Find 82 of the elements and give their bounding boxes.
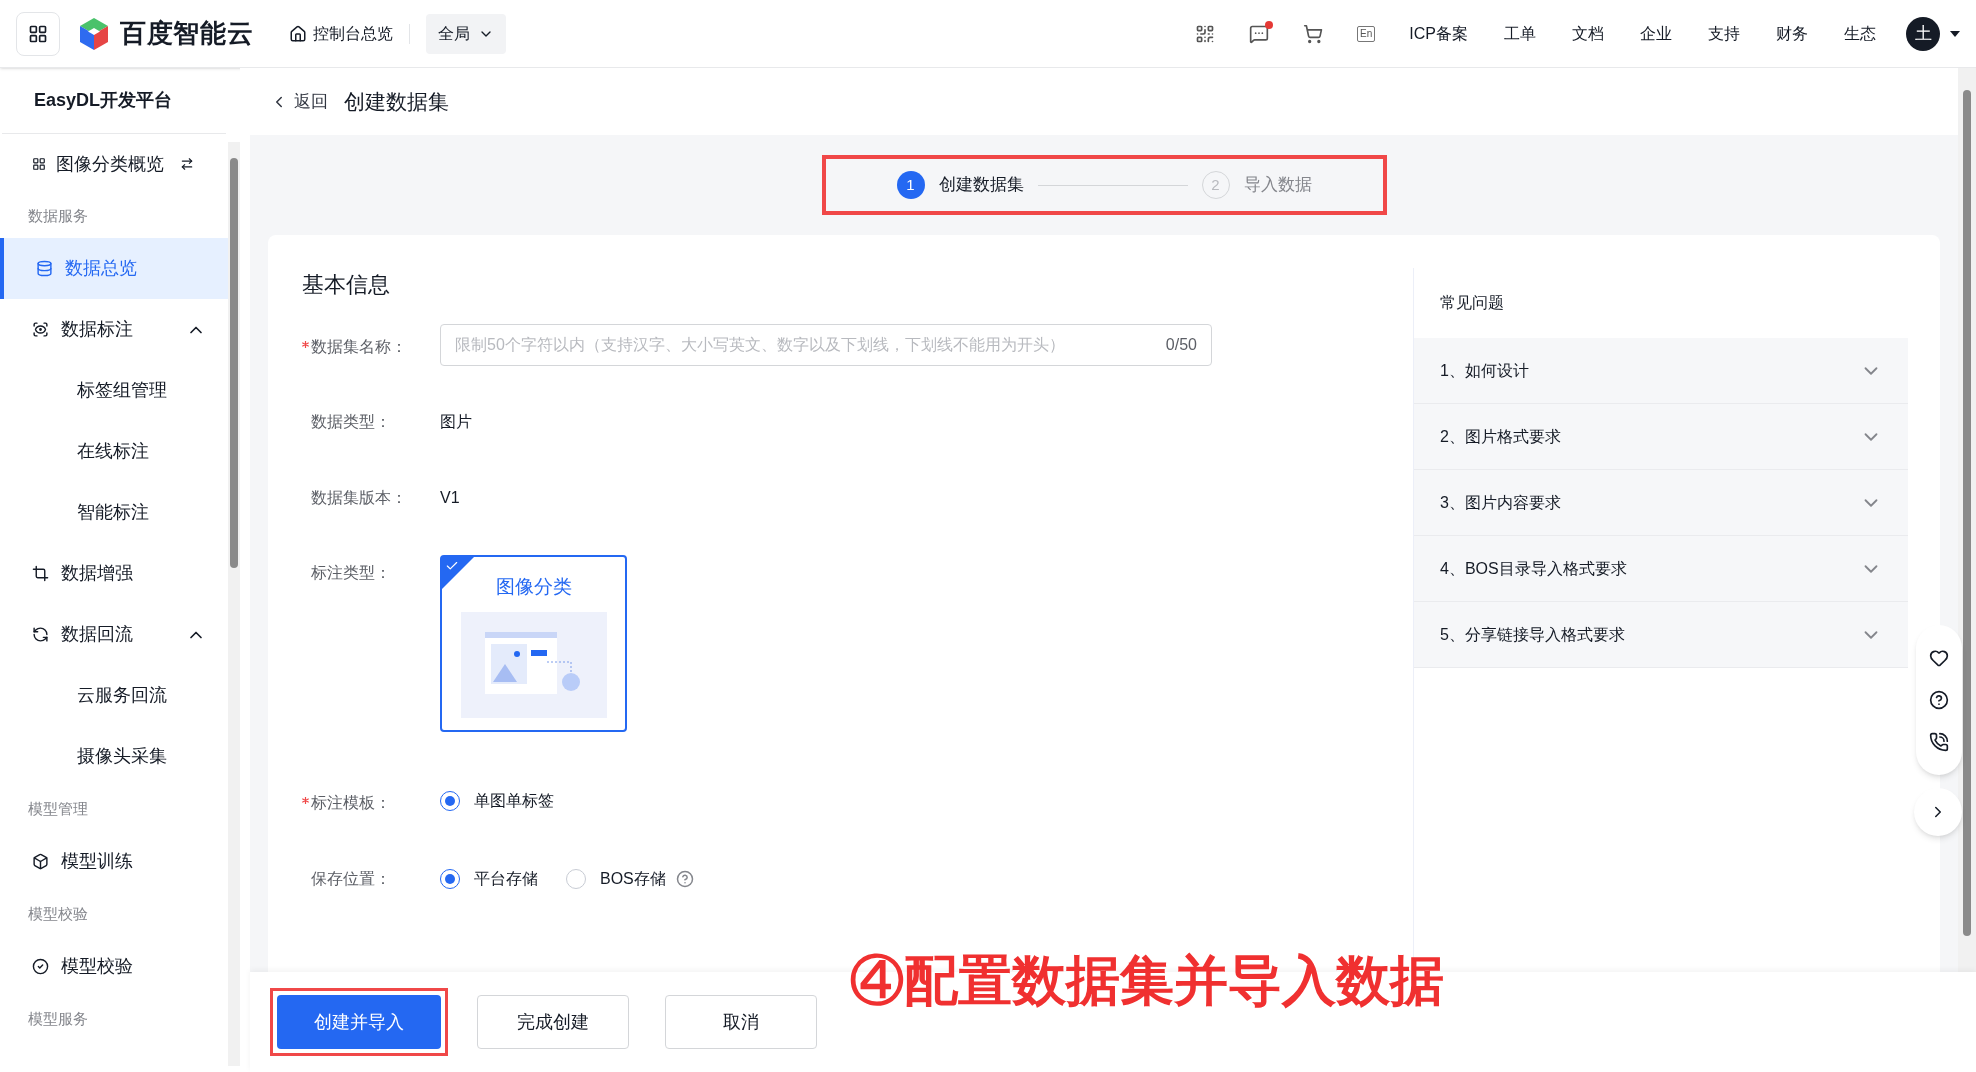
grid-icon: [32, 157, 46, 171]
faq-item[interactable]: 4、BOS目录导入格式要求: [1414, 536, 1908, 602]
brand-name: 百度智能云: [120, 17, 254, 50]
nav-link[interactable]: 文档: [1572, 21, 1604, 46]
radio-label: BOS存储: [600, 869, 666, 889]
step-label: 创建数据集: [938, 174, 1024, 197]
menu-icon: [32, 853, 49, 870]
sidebar-item[interactable]: 数据增强: [0, 543, 228, 604]
radio-label: 单图单标签: [474, 791, 554, 811]
logo-icon: [78, 16, 110, 51]
qr-code-icon[interactable]: [1195, 23, 1216, 44]
sidebar-item[interactable]: 模型训练: [0, 831, 228, 892]
home-icon: [289, 24, 308, 43]
field-label: 数据类型：: [311, 412, 391, 432]
section-title: 基本信息: [302, 271, 391, 298]
user-avatar[interactable]: 土: [1906, 16, 1940, 51]
sidebar-subitem[interactable]: 标签组管理: [0, 360, 228, 421]
text-input[interactable]: 限制50个字符以内（支持汉字、大小写英文、数字以及下划线，下划线不能用为开头）: [455, 333, 1158, 357]
dataset-name-field[interactable]: 限制50个字符以内（支持汉字、大小写英文、数字以及下划线，下划线不能用为开头） 0/50: [440, 324, 1212, 366]
heart-icon[interactable]: [1929, 648, 1949, 668]
annotation-text: ④配置数据集并导入数据: [850, 949, 1444, 1012]
sidebar-section-heading: 数据服务: [27, 205, 89, 226]
faq-item[interactable]: 1、如何设计: [1414, 338, 1908, 404]
step-label: 导入数据: [1243, 174, 1312, 197]
nav-link[interactable]: ICP备案: [1409, 21, 1468, 46]
help-icon[interactable]: [1929, 690, 1949, 710]
page-scrollbar[interactable]: [1958, 68, 1976, 972]
step-number: 1: [896, 171, 925, 199]
sidebar-subitem[interactable]: 云服务回流: [0, 665, 228, 726]
radio-label: 平台存储: [474, 869, 538, 889]
cart-icon[interactable]: [1303, 23, 1324, 44]
menu-icon: [32, 958, 49, 975]
sidebar-item[interactable]: 模型校验: [0, 936, 228, 997]
region-select[interactable]: 全局: [426, 13, 507, 54]
create-and-import-button[interactable]: 创建并导入: [270, 988, 448, 1056]
faq-item[interactable]: 2、图片格式要求: [1414, 404, 1908, 470]
menu-icon: [32, 321, 49, 338]
back-link[interactable]: 返回: [270, 88, 328, 115]
nav-link[interactable]: 支持: [1708, 21, 1740, 46]
sidebar-item[interactable]: 数据回流: [0, 604, 228, 665]
menu-icon: [32, 565, 49, 582]
nav-link[interactable]: 财务: [1776, 21, 1808, 46]
apps-menu-button[interactable]: [16, 11, 60, 56]
menu-icon: [36, 260, 53, 277]
faq-item[interactable]: 3、图片内容要求: [1414, 470, 1908, 536]
sidebar-section-heading: 模型管理: [27, 798, 89, 819]
check-icon: [445, 559, 459, 573]
field-label: 数据集版本：: [311, 488, 407, 508]
sidebar-subitem[interactable]: 摄像头采集: [0, 726, 228, 787]
grid-icon: [28, 23, 48, 44]
sidebar-item[interactable]: 数据标注: [0, 299, 228, 360]
caret-icon[interactable]: [1950, 30, 1960, 37]
language-badge[interactable]: En: [1357, 25, 1376, 42]
field-value: 图片: [440, 412, 472, 432]
menu-icon: [32, 626, 49, 643]
field-label: 保存位置：: [311, 869, 391, 889]
phone-icon[interactable]: [1929, 732, 1949, 752]
field-label: 数据集名称：: [311, 337, 407, 357]
sidebar-scrollbar[interactable]: [228, 142, 240, 1066]
character-counter: 0/50: [1165, 335, 1197, 355]
nav-link[interactable]: 工单: [1504, 21, 1536, 46]
page-title: 创建数据集: [344, 88, 449, 115]
switch-icon: [180, 157, 194, 171]
annotation-type-card[interactable]: 图像分类: [440, 555, 627, 732]
sidebar-item[interactable]: 图像分类概览: [0, 134, 228, 194]
sidebar-title: EasyDL开发平台: [2, 68, 226, 134]
sidebar-section-heading: 模型服务: [27, 1008, 89, 1029]
sidebar-item[interactable]: 数据总览: [0, 238, 228, 299]
faq-item[interactable]: 5、分享链接导入格式要求: [1414, 602, 1908, 668]
message-icon[interactable]: [1249, 23, 1270, 44]
faq-title: 常见问题: [1439, 293, 1505, 313]
field-value: V1: [440, 488, 460, 508]
required-star-icon: [302, 341, 309, 348]
nav-link[interactable]: 企业: [1640, 21, 1672, 46]
field-label: 标注模板：: [311, 793, 391, 813]
nav-link[interactable]: 生态: [1844, 21, 1876, 46]
sidebar-subitem[interactable]: 智能标注: [0, 482, 228, 543]
required-star-icon: [302, 797, 309, 804]
sidebar-section-heading: 模型校验: [27, 903, 89, 924]
field-label: 标注类型：: [311, 563, 391, 583]
home-link[interactable]: 控制台总览: [289, 21, 394, 46]
sidebar-subitem[interactable]: 在线标注: [0, 421, 228, 482]
